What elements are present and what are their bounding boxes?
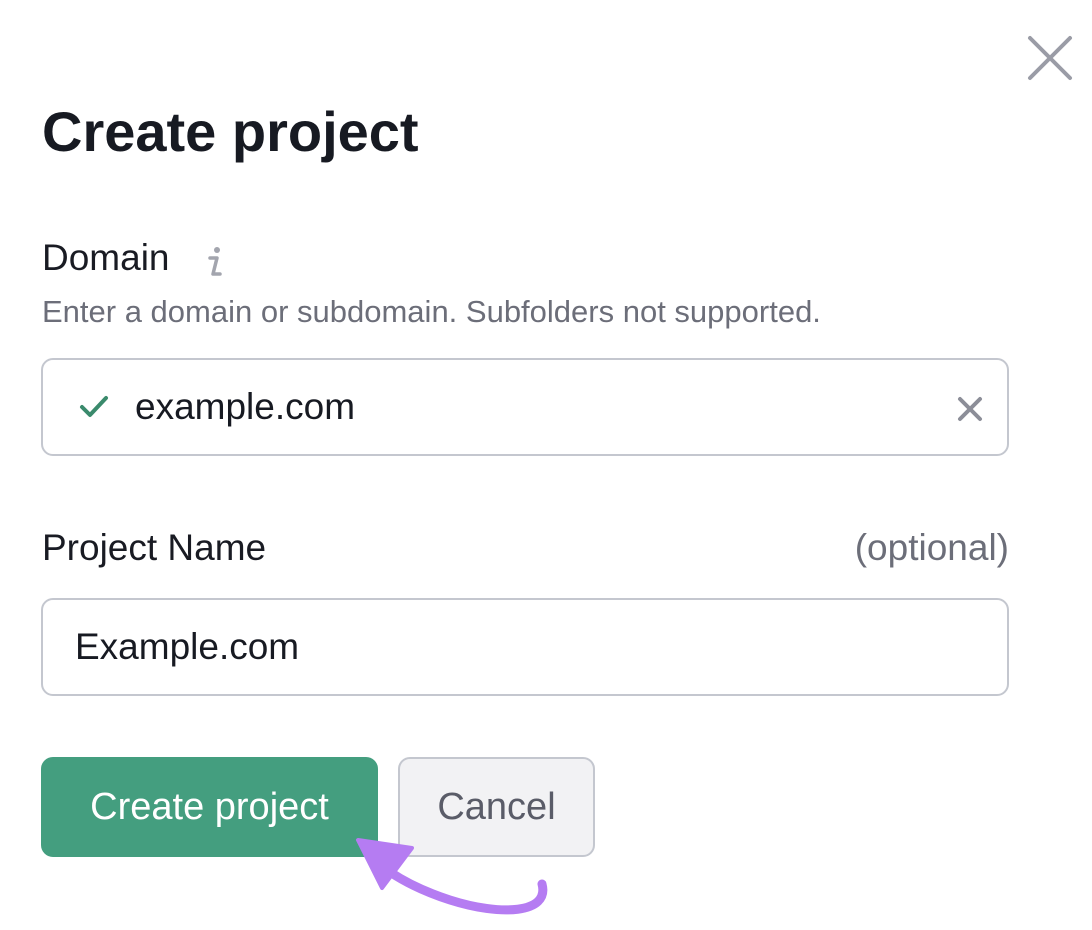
- optional-label: (optional): [854, 527, 1009, 568]
- domain-input[interactable]: example.com: [135, 384, 355, 430]
- domain-label: Domain: [42, 237, 170, 278]
- check-icon: [79, 394, 109, 420]
- info-icon[interactable]: [202, 244, 228, 280]
- dialog-title: Create project: [42, 100, 419, 163]
- project-name-label: Project Name: [42, 527, 267, 568]
- project-name-input[interactable]: Example.com: [75, 624, 299, 670]
- cancel-button[interactable]: Cancel: [398, 757, 595, 857]
- create-project-dialog: Create project Domain Enter a domain or …: [0, 0, 1092, 930]
- domain-hint: Enter a domain or subdomain. Subfolders …: [42, 294, 821, 329]
- close-icon[interactable]: [1024, 32, 1076, 84]
- clear-icon[interactable]: [955, 394, 985, 424]
- create-project-button[interactable]: Create project: [41, 757, 378, 857]
- project-name-field[interactable]: Example.com: [41, 598, 1009, 696]
- domain-field[interactable]: example.com: [41, 358, 1009, 456]
